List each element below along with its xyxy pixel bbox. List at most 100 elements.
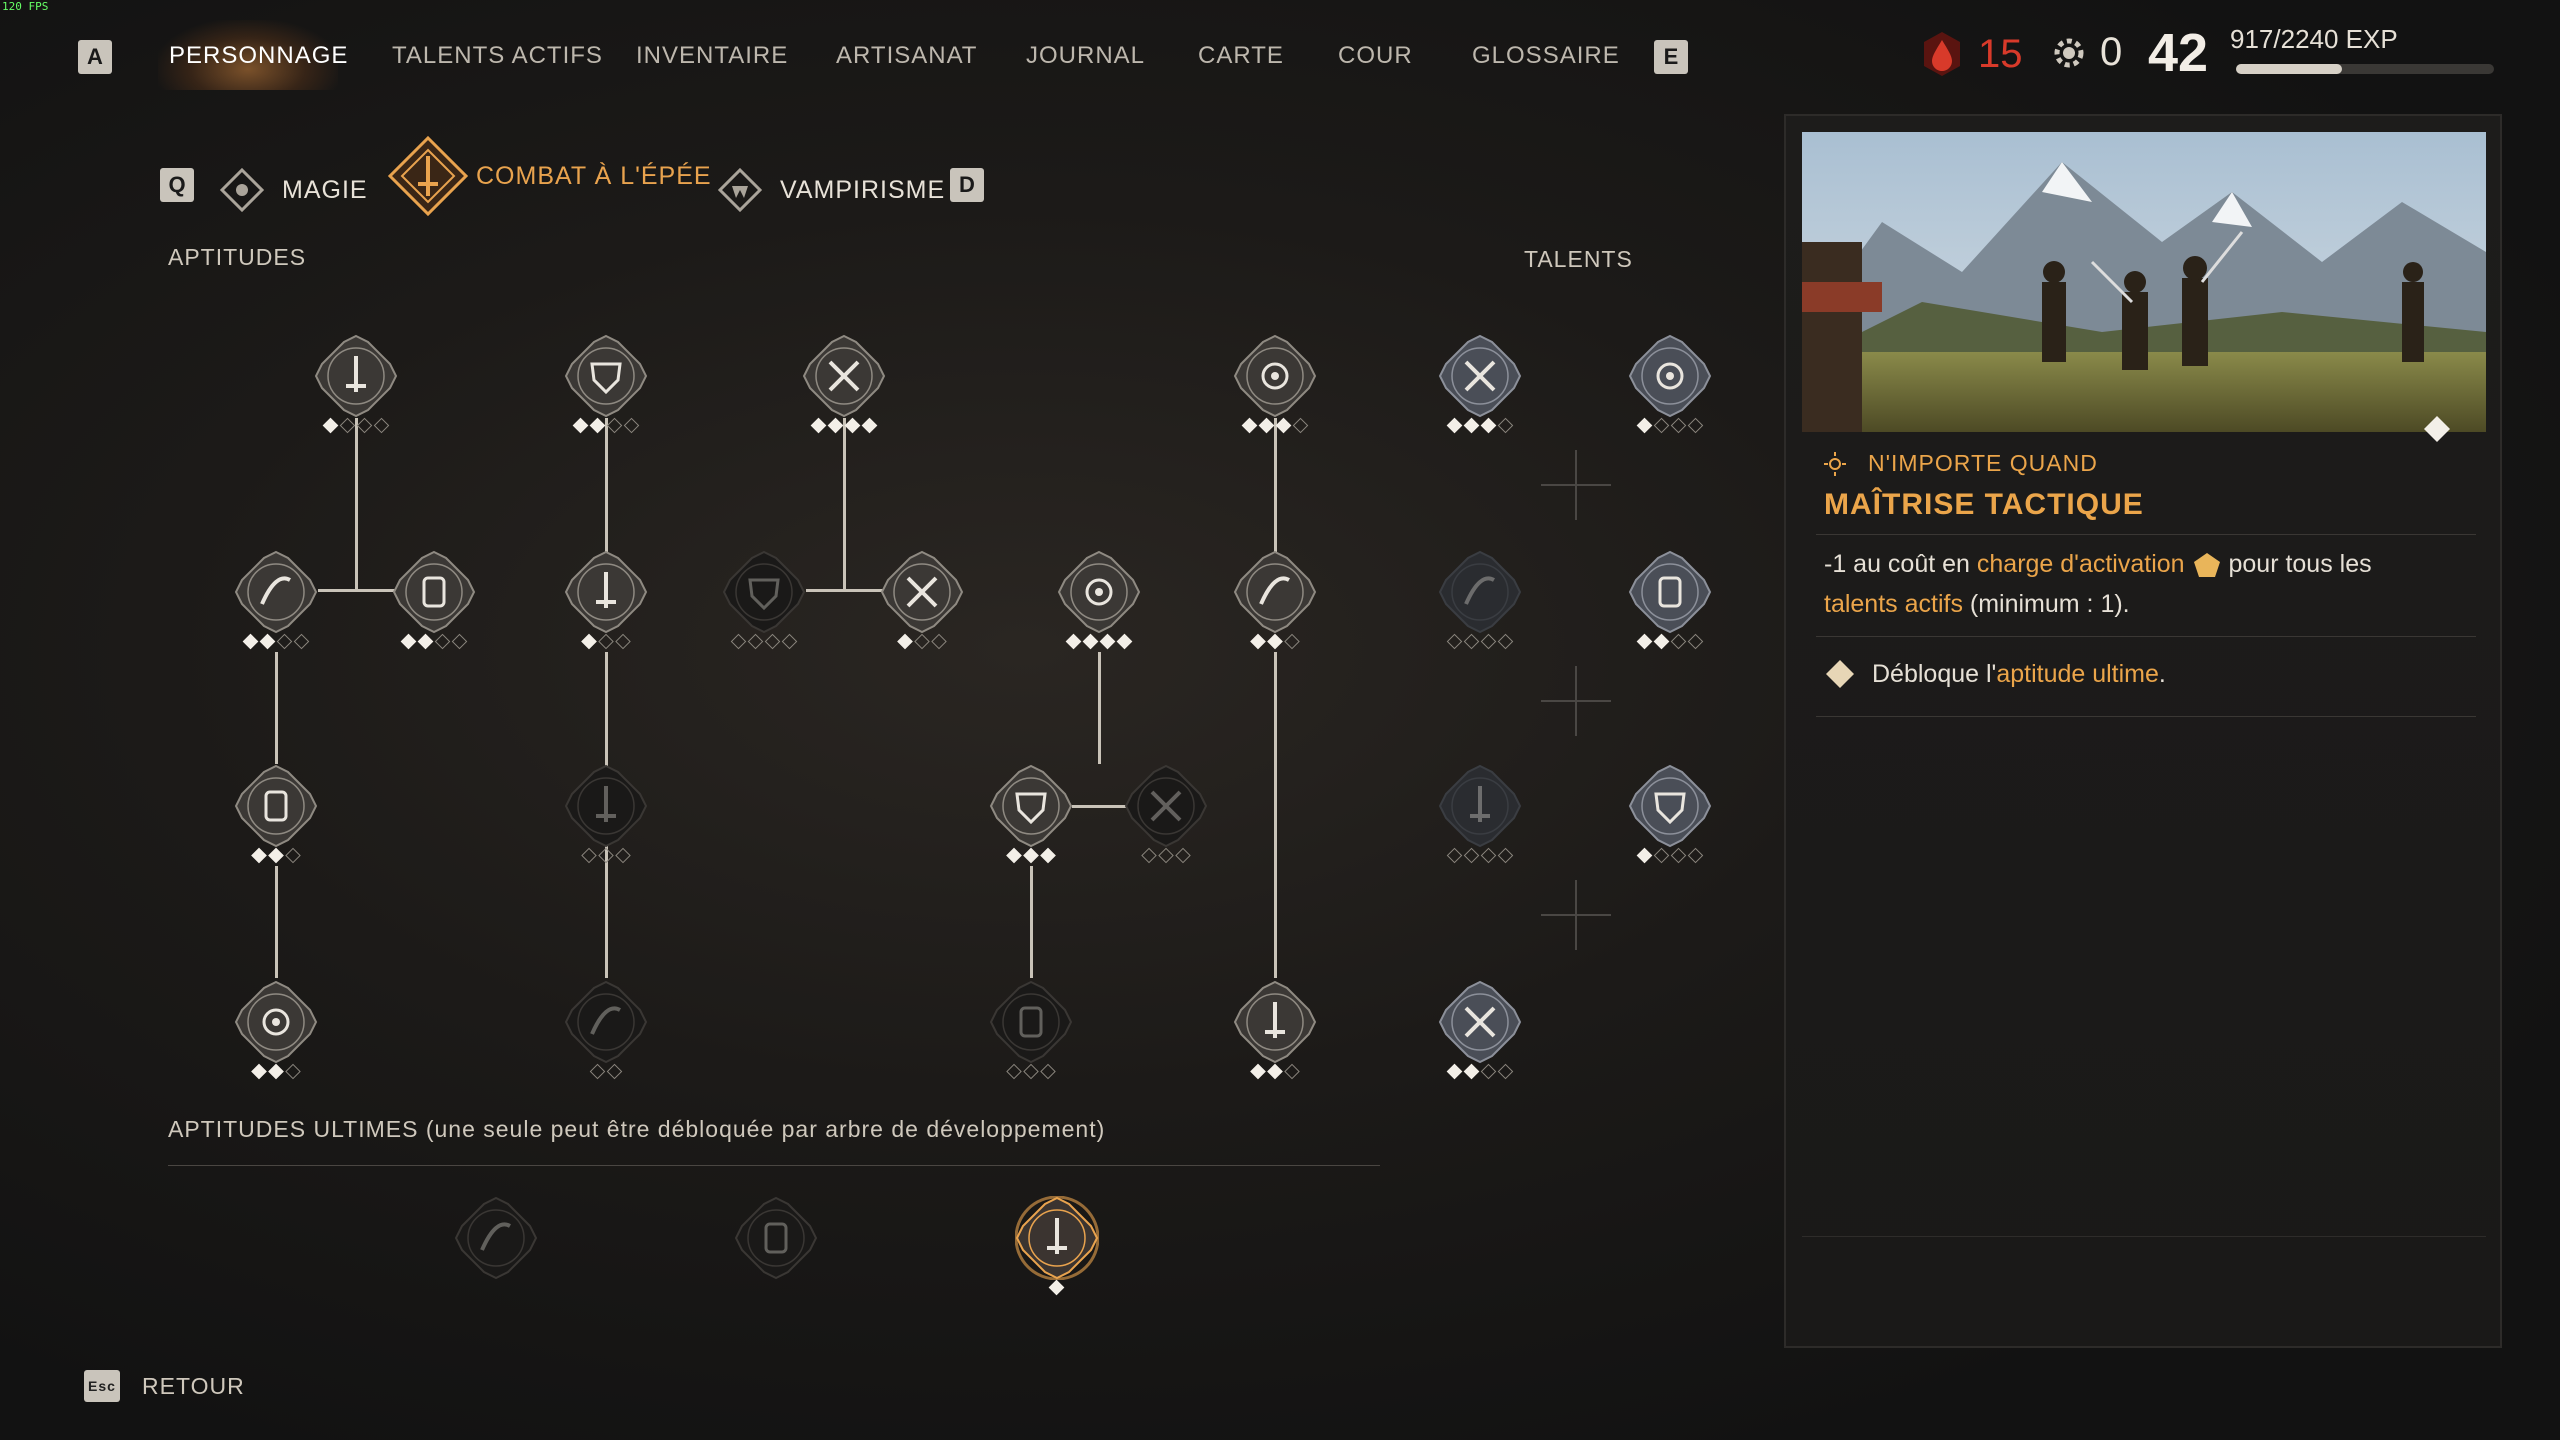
aptitude-node[interactable] bbox=[880, 550, 964, 650]
tab-journal[interactable]: JOURNAL bbox=[1026, 42, 1145, 70]
talent-node[interactable] bbox=[1628, 334, 1712, 434]
talent-node[interactable] bbox=[1438, 764, 1522, 864]
rank-pip bbox=[1006, 847, 1022, 864]
talent-node[interactable] bbox=[1438, 980, 1522, 1080]
back-button[interactable]: Esc RETOUR bbox=[84, 1370, 245, 1402]
rank-pip bbox=[251, 1063, 267, 1080]
tab-personnage[interactable]: PERSONNAGE bbox=[169, 42, 348, 70]
tree-connector bbox=[275, 866, 278, 978]
rank-pip bbox=[1250, 633, 1266, 650]
rank-pip bbox=[259, 633, 276, 650]
gear-resource: 0 bbox=[2050, 30, 2122, 75]
aptitude-node[interactable] bbox=[989, 764, 1073, 864]
rank-pip bbox=[1653, 847, 1670, 864]
aptitude-node[interactable] bbox=[564, 550, 648, 650]
tab-talents-actifs[interactable]: TALENTS ACTIFS bbox=[392, 42, 603, 70]
subtab-vampirisme-label: VAMPIRISME bbox=[780, 175, 946, 204]
rank-pip bbox=[1653, 633, 1670, 650]
aptitude-node[interactable] bbox=[1233, 550, 1317, 650]
subtab-next-key[interactable]: D bbox=[950, 168, 984, 202]
aptitude-node[interactable] bbox=[564, 980, 648, 1080]
aptitude-node[interactable] bbox=[234, 764, 318, 864]
rank-pip bbox=[242, 633, 259, 650]
rank-pips bbox=[251, 1063, 301, 1080]
rank-pip bbox=[1636, 417, 1653, 434]
rank-pips bbox=[242, 633, 310, 650]
tree-connector bbox=[843, 418, 846, 590]
back-label: RETOUR bbox=[142, 1372, 245, 1399]
talent-node[interactable] bbox=[1628, 550, 1712, 650]
talent-node[interactable] bbox=[1438, 550, 1522, 650]
detail-divider bbox=[1816, 636, 2476, 637]
tab-artisanat[interactable]: ARTISANAT bbox=[836, 42, 977, 70]
aptitude-node[interactable] bbox=[1124, 764, 1208, 864]
rank-pip bbox=[356, 417, 373, 434]
rank-pip bbox=[747, 633, 764, 650]
panel-footer-divider bbox=[1802, 1236, 2486, 1237]
sword-up-icon bbox=[989, 764, 1073, 848]
fangs-diamond-icon bbox=[718, 168, 762, 212]
tab-carte[interactable]: CARTE bbox=[1198, 42, 1284, 70]
activation-charge-icon bbox=[2193, 553, 2220, 578]
aptitude-node[interactable] bbox=[564, 764, 648, 864]
ultimate-node[interactable] bbox=[454, 1196, 538, 1280]
rank-pips bbox=[1250, 1063, 1300, 1080]
skill-timing-label: N'IMPORTE QUAND bbox=[1868, 450, 2098, 476]
nav-next-key[interactable]: E bbox=[1654, 40, 1688, 74]
subtab-combat-epee-label: COMBAT À L'ÉPÉE bbox=[476, 161, 712, 190]
talent-node[interactable] bbox=[1438, 334, 1522, 434]
ultimate-node[interactable] bbox=[734, 1196, 818, 1280]
rank-pip bbox=[623, 417, 640, 434]
aptitude-node[interactable] bbox=[1233, 980, 1317, 1080]
rank-pip bbox=[914, 633, 930, 650]
rank-pip bbox=[844, 417, 861, 434]
aptitude-node[interactable] bbox=[564, 334, 648, 434]
rank-pip bbox=[293, 633, 310, 650]
exp-bar bbox=[2236, 64, 2494, 74]
tree-connector bbox=[1030, 866, 1033, 978]
talent-node[interactable] bbox=[1628, 764, 1712, 864]
rank-pip bbox=[1480, 633, 1497, 650]
heavy-armor-icon bbox=[1233, 980, 1317, 1064]
charge-icon bbox=[880, 550, 964, 634]
aptitude-node[interactable] bbox=[989, 980, 1073, 1080]
rank-pip bbox=[606, 1063, 623, 1080]
rank-pip bbox=[1082, 633, 1099, 650]
rank-pips bbox=[1446, 633, 1514, 650]
rank-pip bbox=[1480, 417, 1497, 434]
ultimate-divider bbox=[168, 1165, 1380, 1166]
talent-divider-cross bbox=[1541, 450, 1611, 520]
aptitude-node[interactable] bbox=[392, 550, 476, 650]
aptitude-node[interactable] bbox=[234, 550, 318, 650]
rank-pips bbox=[1250, 633, 1300, 650]
subtab-combat-epee[interactable]: COMBAT À L'ÉPÉE bbox=[386, 134, 712, 218]
rank-pip bbox=[1292, 417, 1309, 434]
rank-pip bbox=[1446, 847, 1463, 864]
nav-prev-key[interactable]: A bbox=[78, 40, 112, 74]
rank-pip bbox=[1099, 633, 1116, 650]
ultimate-node[interactable] bbox=[1014, 1195, 1100, 1296]
aptitude-node[interactable] bbox=[802, 334, 886, 434]
aptitude-node[interactable] bbox=[314, 334, 398, 434]
subtab-vampirisme[interactable]: VAMPIRISME bbox=[718, 168, 945, 212]
rank-pips bbox=[1636, 847, 1704, 864]
fist-icon bbox=[1233, 334, 1317, 418]
rank-pip bbox=[1636, 633, 1653, 650]
subtab-magie[interactable]: MAGIE bbox=[220, 168, 368, 212]
tab-cour[interactable]: COUR bbox=[1338, 42, 1413, 70]
blood-drop-icon bbox=[1924, 32, 1960, 76]
aptitude-node[interactable] bbox=[1057, 550, 1141, 650]
subtab-prev-key[interactable]: Q bbox=[160, 168, 194, 202]
aptitude-node[interactable] bbox=[234, 980, 318, 1080]
rank-pip bbox=[276, 633, 293, 650]
armor-icon bbox=[1233, 550, 1317, 634]
aptitude-node[interactable] bbox=[1233, 334, 1317, 434]
tab-inventaire[interactable]: INVENTAIRE bbox=[636, 42, 788, 70]
rank-pip bbox=[1497, 1063, 1514, 1080]
downward-sword-icon bbox=[564, 550, 648, 634]
riposte-icon bbox=[564, 764, 648, 848]
rank-pips bbox=[1006, 847, 1056, 864]
aptitude-node[interactable] bbox=[722, 550, 806, 650]
detail-panel: N'IMPORTE QUAND MAÎTRISE TACTIQUE -1 au … bbox=[1784, 114, 2502, 1348]
tab-glossaire[interactable]: GLOSSAIRE bbox=[1472, 42, 1620, 70]
